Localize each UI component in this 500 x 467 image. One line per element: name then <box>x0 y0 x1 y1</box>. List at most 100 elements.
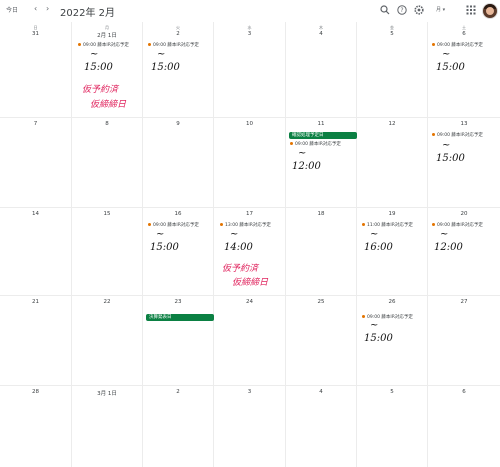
day-cell[interactable]: 3月 1日 <box>72 386 143 467</box>
date-number[interactable]: 6 <box>428 389 500 395</box>
search-icon[interactable] <box>380 5 390 15</box>
month-grid: 日 31 月 2月 1日 火 2 水 3 木 4 金 5 土 6 7 8 9 1… <box>0 22 500 467</box>
date-number[interactable]: 4 <box>286 31 356 37</box>
day-cell[interactable]: 18 <box>286 208 357 296</box>
date-number[interactable]: 3 <box>214 389 285 395</box>
event-title: 09:00 藤本IR対応予定 <box>437 223 483 228</box>
event-title: 13:00 藤本IR対応予定 <box>225 223 271 228</box>
calendar-event[interactable]: 09:00 藤本IR対応予定 <box>290 141 341 148</box>
calendar-toolbar: 今日 ‹ › 2022年 2月 ? 月 ▾ <box>0 0 500 22</box>
date-number[interactable]: 7 <box>0 121 71 127</box>
account-avatar[interactable] <box>482 3 498 19</box>
handwritten-tilde: ~ <box>298 148 307 159</box>
day-cell[interactable]: 3 <box>214 386 286 467</box>
date-number[interactable]: 20 <box>428 211 500 217</box>
calendar-event[interactable]: 09:00 藤本IR対応予定 <box>432 42 483 49</box>
date-number[interactable]: 23 <box>143 299 213 305</box>
settings-icon[interactable] <box>414 5 424 15</box>
day-cell[interactable]: 22 <box>72 296 143 386</box>
date-number[interactable]: 5 <box>357 31 427 37</box>
today-button[interactable]: 今日 <box>6 5 18 14</box>
event-title: 09:00 藤本IR対応予定 <box>153 223 199 228</box>
date-number[interactable]: 6 <box>428 31 500 37</box>
day-cell[interactable]: 15 <box>72 208 143 296</box>
date-number[interactable]: 26 <box>357 299 427 305</box>
day-cell[interactable]: 25 <box>286 296 357 386</box>
date-number[interactable]: 19 <box>357 211 427 217</box>
date-number[interactable]: 21 <box>0 299 71 305</box>
calendar-event[interactable]: 09:00 藤本IR対応予定 <box>148 42 199 49</box>
calendar-event[interactable]: 09:00 藤本IR対応予定 <box>432 222 483 229</box>
day-cell[interactable]: 27 <box>428 296 500 386</box>
allday-event-bar[interactable]: 決算発表日 <box>146 314 214 321</box>
day-cell[interactable]: 12 <box>357 118 428 208</box>
calendar-event[interactable]: 09:00 藤本IR対応予定 <box>432 132 483 139</box>
day-cell[interactable]: 10 <box>214 118 286 208</box>
date-number[interactable]: 2月 1日 <box>72 31 142 39</box>
day-cell[interactable]: 4 <box>286 386 357 467</box>
calendar-event[interactable]: 09:00 藤本IR対応予定 <box>148 222 199 229</box>
handwritten-tilde: ~ <box>442 49 451 60</box>
date-number[interactable]: 22 <box>72 299 142 305</box>
event-dot-icon <box>148 223 151 226</box>
day-cell[interactable]: 14 <box>0 208 72 296</box>
date-number[interactable]: 5 <box>357 389 427 395</box>
event-dot-icon <box>432 133 435 136</box>
day-cell[interactable]: 23 <box>143 296 214 386</box>
date-number[interactable]: 2 <box>143 31 213 37</box>
calendar-event[interactable]: 11:00 藤本IR対応予定 <box>362 222 413 229</box>
svg-text:?: ? <box>400 7 403 14</box>
event-dot-icon <box>220 223 223 226</box>
date-number[interactable]: 8 <box>72 121 142 127</box>
day-cell[interactable]: 6 <box>428 386 500 467</box>
day-cell[interactable]: 水 3 <box>214 22 286 118</box>
calendar-event[interactable]: 09:00 藤本IR対応予定 <box>78 42 129 49</box>
handwritten-note: 仮予約済 <box>82 85 119 95</box>
chevron-right-icon[interactable]: › <box>46 4 49 13</box>
day-cell[interactable]: 木 4 <box>286 22 357 118</box>
date-number[interactable]: 31 <box>0 31 71 37</box>
date-number[interactable]: 25 <box>286 299 356 305</box>
day-cell[interactable]: 2 <box>143 386 214 467</box>
allday-event-bar[interactable]: 確認処理予定日 <box>289 132 357 139</box>
help-icon[interactable]: ? <box>397 5 407 15</box>
handwritten-note: 仮締締日 <box>90 100 127 110</box>
date-number[interactable]: 17 <box>214 211 285 217</box>
handwritten-time: 14:00 <box>224 242 253 253</box>
day-cell[interactable]: 28 <box>0 386 72 467</box>
date-number[interactable]: 24 <box>214 299 285 305</box>
calendar-event[interactable]: 13:00 藤本IR対応予定 <box>220 222 271 229</box>
day-cell[interactable]: 8 <box>72 118 143 208</box>
apps-icon[interactable] <box>466 5 476 15</box>
event-dot-icon <box>432 43 435 46</box>
date-number[interactable]: 10 <box>214 121 285 127</box>
date-number[interactable]: 13 <box>428 121 500 127</box>
date-number[interactable]: 18 <box>286 211 356 217</box>
date-number[interactable]: 2 <box>143 389 213 395</box>
event-dot-icon <box>290 142 293 145</box>
handwritten-time: 15:00 <box>436 62 465 73</box>
day-cell[interactable]: 24 <box>214 296 286 386</box>
date-number[interactable]: 12 <box>357 121 427 127</box>
day-cell[interactable]: 金 5 <box>357 22 428 118</box>
date-number[interactable]: 15 <box>72 211 142 217</box>
handwritten-time: 15:00 <box>436 153 465 164</box>
day-cell[interactable]: 7 <box>0 118 72 208</box>
date-number[interactable]: 11 <box>286 121 356 127</box>
date-number[interactable]: 3 <box>214 31 285 37</box>
event-dot-icon <box>148 43 151 46</box>
date-number[interactable]: 16 <box>143 211 213 217</box>
event-title: 09:00 藤本IR対応予定 <box>437 43 483 48</box>
date-number[interactable]: 27 <box>428 299 500 305</box>
day-cell[interactable]: 9 <box>143 118 214 208</box>
date-number[interactable]: 28 <box>0 389 71 395</box>
date-number[interactable]: 3月 1日 <box>72 389 142 397</box>
day-cell[interactable]: 日 31 <box>0 22 72 118</box>
date-number[interactable]: 4 <box>286 389 356 395</box>
day-cell[interactable]: 21 <box>0 296 72 386</box>
date-number[interactable]: 9 <box>143 121 213 127</box>
date-number[interactable]: 14 <box>0 211 71 217</box>
view-selector[interactable]: 月 ▾ <box>436 6 445 13</box>
chevron-left-icon[interactable]: ‹ <box>34 4 37 13</box>
day-cell[interactable]: 5 <box>357 386 428 467</box>
